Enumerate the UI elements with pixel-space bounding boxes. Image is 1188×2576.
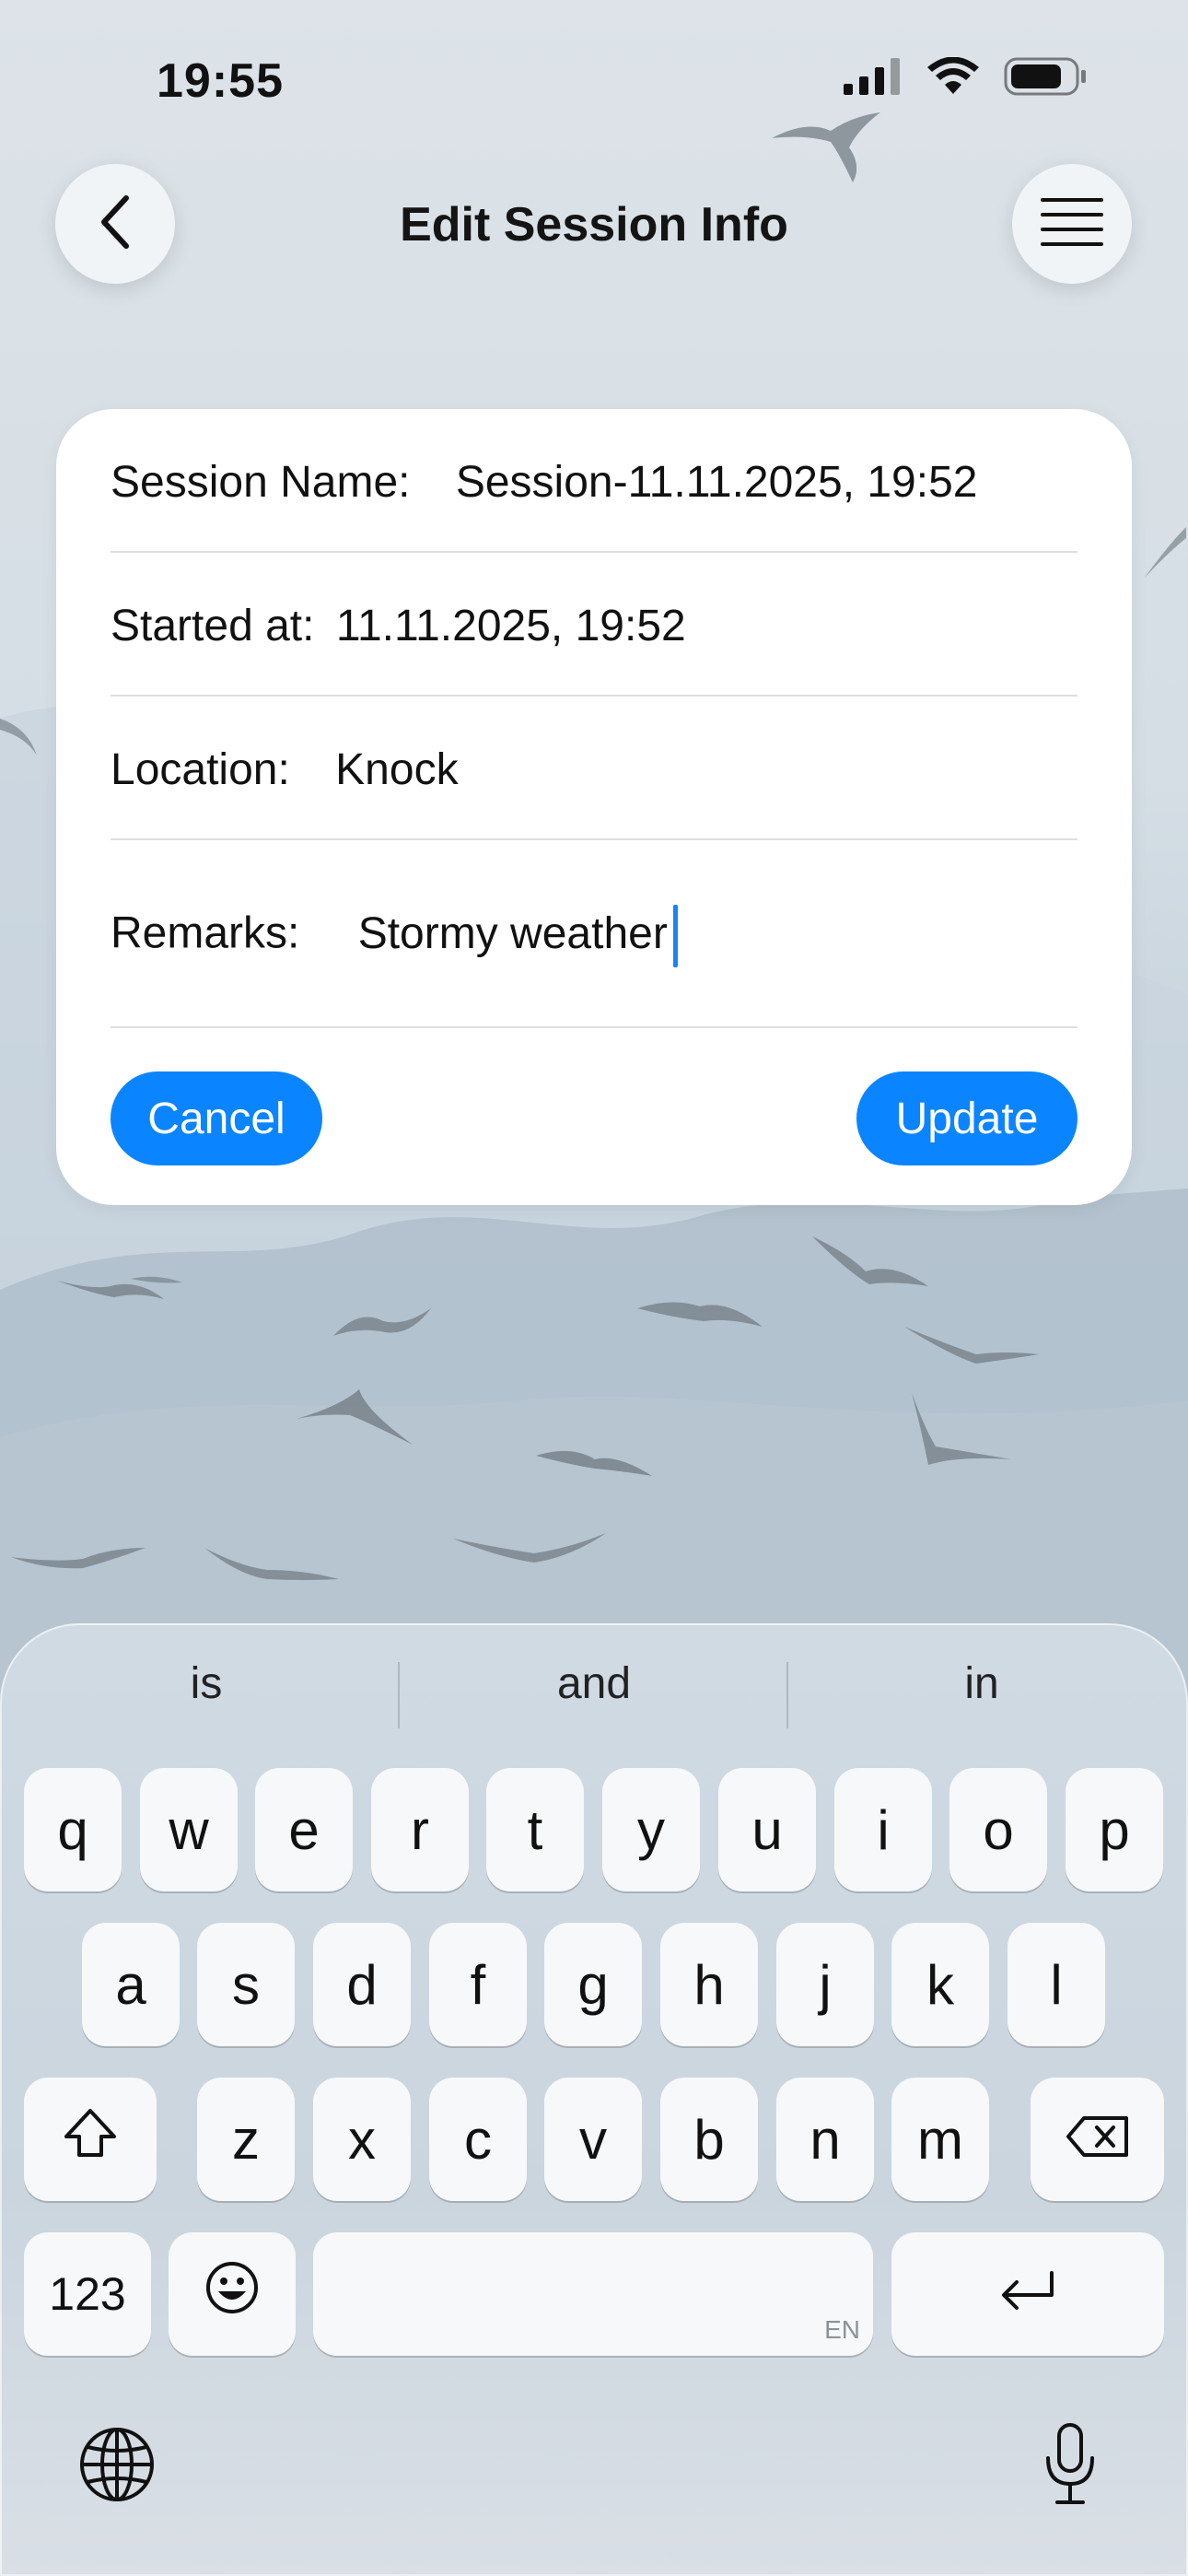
started-at-label: Started at: <box>111 602 315 650</box>
numbers-key[interactable]: 123 <box>24 2232 151 2356</box>
key-v[interactable]: v <box>544 2078 642 2201</box>
location-label: Location: <box>111 745 290 794</box>
shift-key[interactable] <box>24 2078 157 2201</box>
return-key[interactable] <box>891 2232 1164 2356</box>
key-j[interactable]: j <box>776 1923 874 2046</box>
shift-icon <box>63 2107 118 2172</box>
signal-icon <box>844 58 903 100</box>
key-g[interactable]: g <box>544 1923 642 2046</box>
space-language-tag: EN <box>824 2315 860 2344</box>
key-d[interactable]: d <box>313 1923 411 2046</box>
key-c[interactable]: c <box>429 2078 527 2201</box>
started-at-row: Started at: 11.11.2025, 19:52 <box>111 601 1077 651</box>
divider <box>111 695 1077 697</box>
key-m[interactable]: m <box>891 2078 989 2201</box>
emoji-key[interactable] <box>169 2232 296 2356</box>
key-q[interactable]: q <box>24 1768 122 1891</box>
page-title: Edit Session Info <box>400 198 788 252</box>
key-l[interactable]: l <box>1007 1923 1105 2046</box>
status-icons <box>844 56 1087 100</box>
key-a[interactable]: a <box>82 1923 180 2046</box>
key-r[interactable]: r <box>371 1768 469 1891</box>
key-y[interactable]: y <box>602 1768 700 1891</box>
emoji-icon <box>204 2260 260 2328</box>
microphone-icon <box>1041 2423 1100 2510</box>
globe-icon <box>77 2428 157 2508</box>
key-t[interactable]: t <box>486 1768 584 1891</box>
key-u[interactable]: u <box>718 1768 816 1891</box>
location-field[interactable]: Knock <box>335 745 458 794</box>
battery-icon <box>1004 57 1087 100</box>
session-name-label: Session Name: <box>111 458 411 507</box>
key-o[interactable]: o <box>949 1768 1047 1891</box>
key-i[interactable]: i <box>834 1768 932 1891</box>
space-key[interactable]: EN <box>313 2232 873 2356</box>
remarks-value: Stormy weather <box>357 908 668 958</box>
divider <box>111 1026 1077 1028</box>
session-name-row: Session Name: Session-11.11.2025, 19:52 <box>111 457 1077 508</box>
menu-button[interactable] <box>1012 164 1132 284</box>
key-e[interactable]: e <box>255 1768 353 1891</box>
edit-session-card: Session Name: Session-11.11.2025, 19:52 … <box>56 409 1132 1205</box>
dictation-button[interactable] <box>1041 2421 1100 2511</box>
status-time: 19:55 <box>157 54 284 108</box>
delete-icon <box>1066 2108 1130 2172</box>
menu-icon <box>1041 196 1103 252</box>
suggestion-divider <box>398 1662 400 1728</box>
session-name-field[interactable]: Session-11.11.2025, 19:52 <box>456 458 978 507</box>
suggestion-3[interactable]: in <box>798 1658 1166 1709</box>
cancel-button[interactable]: Cancel <box>111 1071 322 1165</box>
key-s[interactable]: s <box>197 1923 295 2046</box>
update-button[interactable]: Update <box>856 1071 1077 1165</box>
globe-button[interactable] <box>77 2425 157 2509</box>
key-p[interactable]: p <box>1066 1768 1163 1891</box>
remarks-field[interactable]: Stormy weather <box>357 905 678 967</box>
divider <box>111 551 1077 553</box>
key-h[interactable]: h <box>660 1923 758 2046</box>
return-icon <box>998 2263 1057 2326</box>
key-w[interactable]: w <box>140 1768 238 1891</box>
suggestion-1[interactable]: is <box>22 1658 390 1709</box>
delete-key[interactable] <box>1031 2078 1164 2201</box>
remarks-row: Remarks: Stormy weather <box>111 905 1077 967</box>
wifi-icon <box>926 56 980 100</box>
location-row: Location: Knock <box>111 744 1077 795</box>
divider <box>111 838 1077 840</box>
key-z[interactable]: z <box>197 2078 295 2201</box>
key-f[interactable]: f <box>429 1923 527 2046</box>
text-caret <box>672 905 678 967</box>
suggestion-divider <box>786 1662 788 1728</box>
key-b[interactable]: b <box>660 2078 758 2201</box>
started-at-value: 11.11.2025, 19:52 <box>335 602 686 650</box>
key-k[interactable]: k <box>891 1923 989 2046</box>
key-n[interactable]: n <box>776 2078 874 2201</box>
suggestion-2[interactable]: and <box>410 1658 778 1709</box>
key-x[interactable]: x <box>313 2078 411 2201</box>
remarks-label: Remarks: <box>111 908 300 958</box>
